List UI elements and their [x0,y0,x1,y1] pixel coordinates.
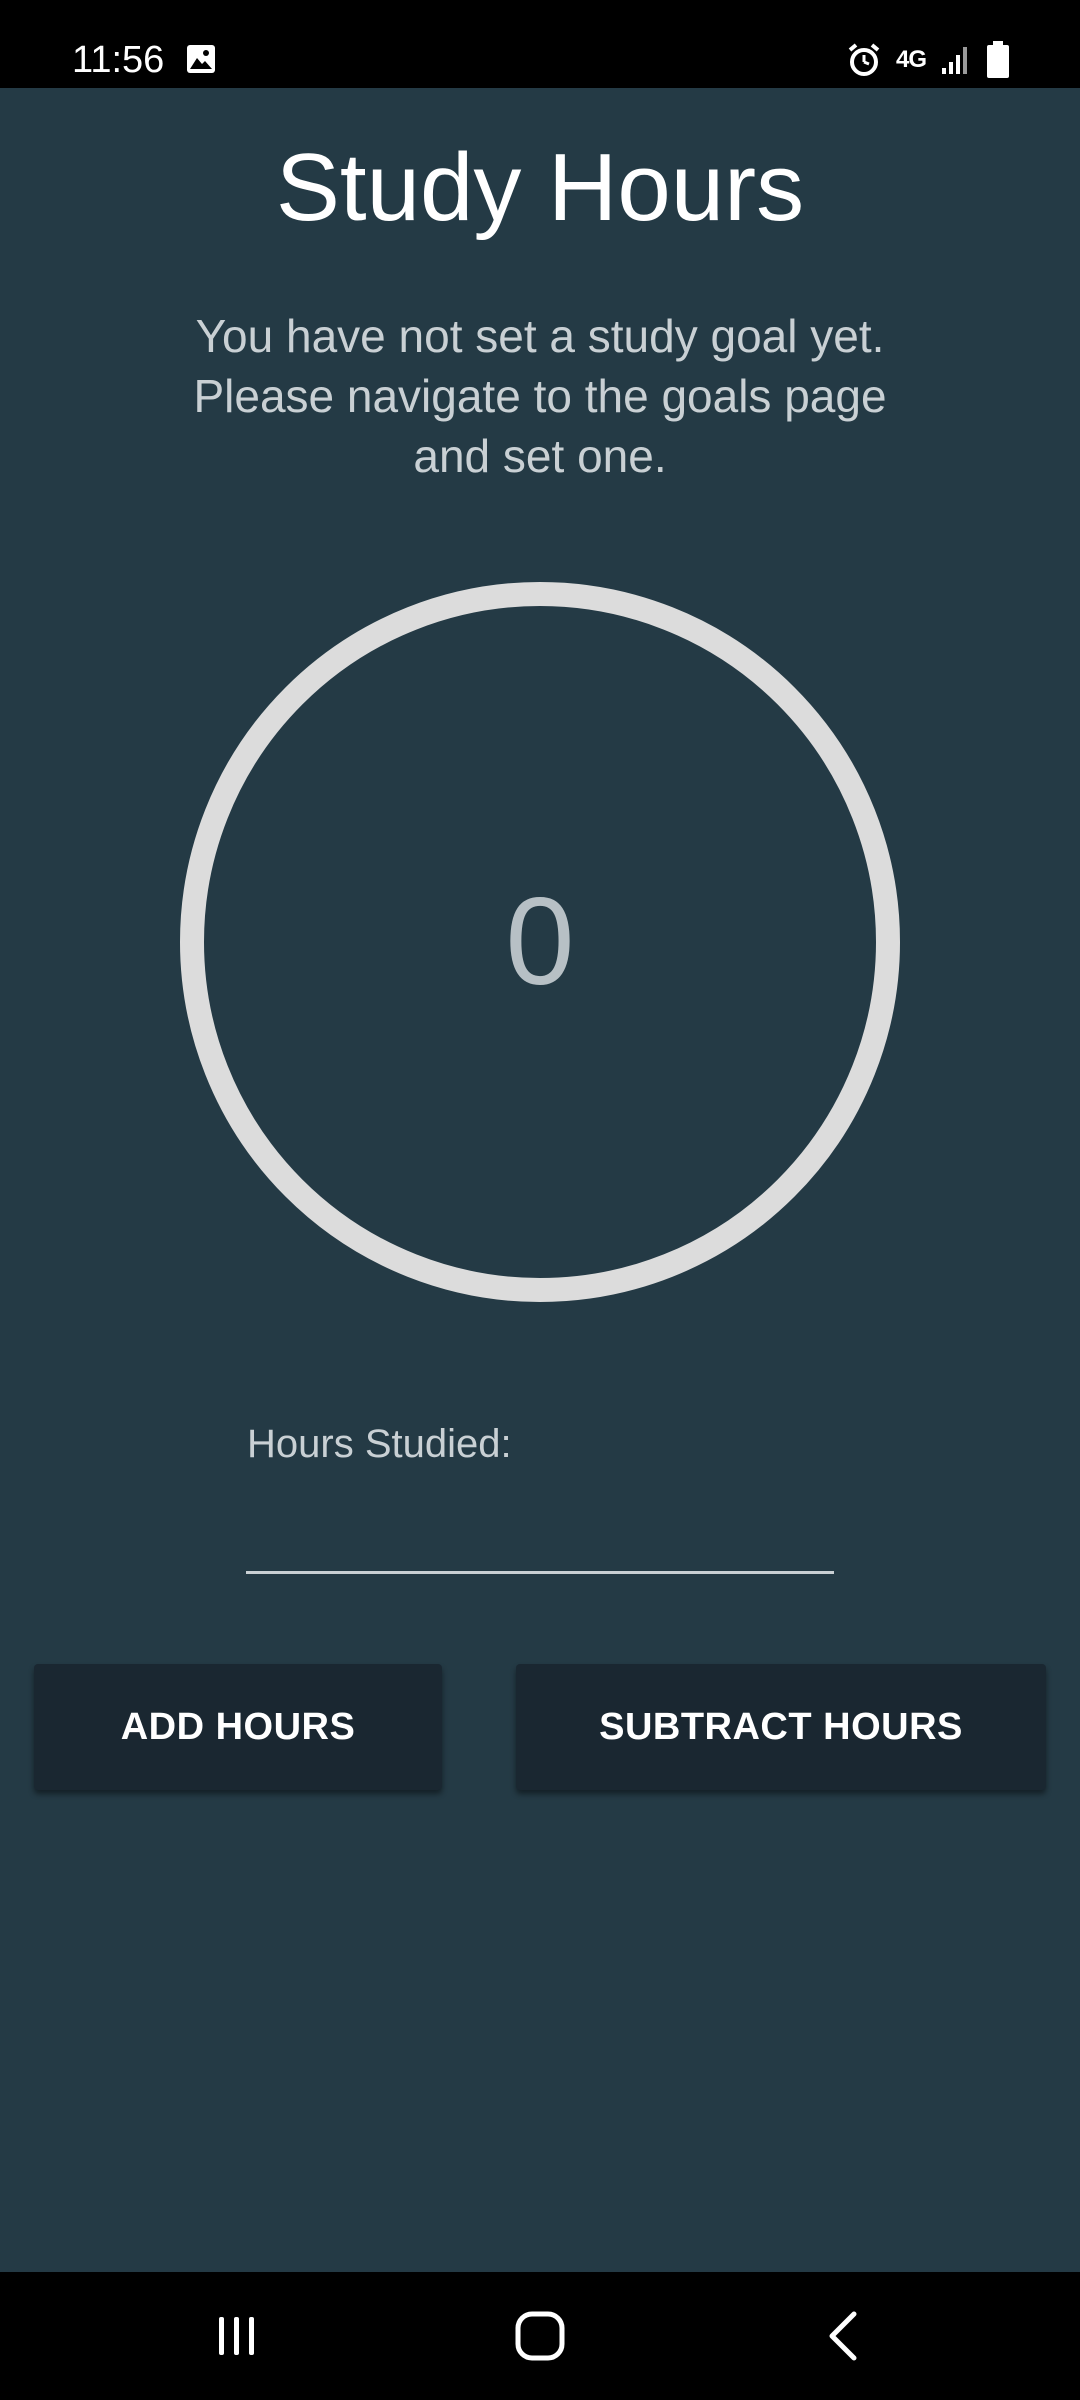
status-time: 11:56 [72,39,165,81]
back-button[interactable] [802,2296,882,2376]
recents-icon [219,2317,254,2355]
home-button[interactable] [500,2296,580,2376]
recents-button[interactable] [197,2296,277,2376]
hours-studied-label: Hours Studied: [247,1422,512,1466]
alarm-icon [848,43,880,76]
status-icons: 4G [846,40,1010,80]
image-icon [187,45,215,73]
back-icon [829,2311,857,2361]
hours-studied-input[interactable] [246,1484,834,1574]
goal-message: You have not set a study goal yet. Pleas… [193,310,887,482]
signal-icon [942,47,967,74]
network-type-label: 4G [895,46,927,73]
navigation-bar [0,2272,1080,2400]
page-title: Study Hours [275,134,805,241]
home-icon [515,2311,565,2361]
hours-count: 0 [505,873,575,1011]
status-bar: 11:56 4G [0,0,1080,88]
screen: 11:56 4G Study Hours You have not set a … [0,0,1080,2400]
subtract-hours-button[interactable]: SUBTRACT HOURS [516,1664,1046,1790]
battery-icon [987,41,1009,78]
add-hours-button[interactable]: ADD HOURS [34,1664,442,1790]
